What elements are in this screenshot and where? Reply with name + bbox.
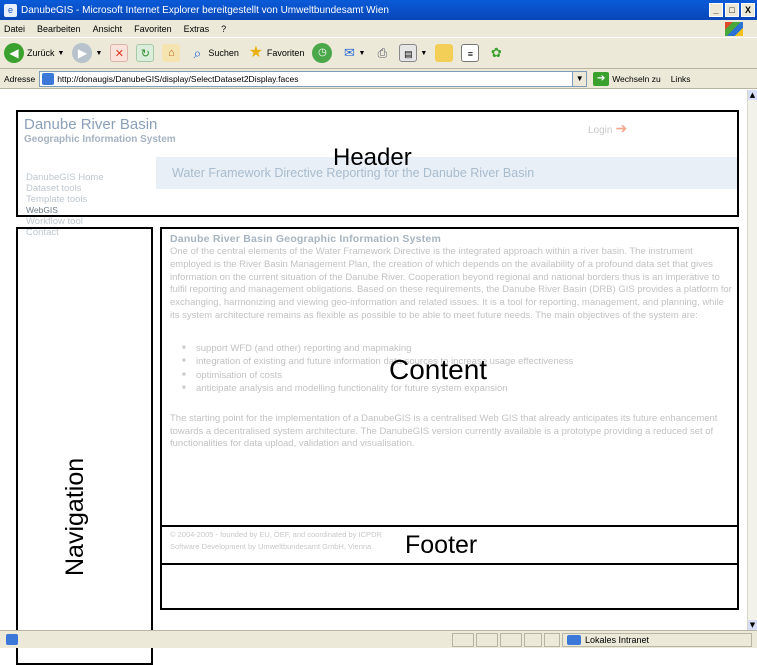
go-button[interactable]: Wechseln zu xyxy=(612,74,661,84)
url-dropdown-icon[interactable]: ▼ xyxy=(572,71,587,86)
header-annotation-label: Header xyxy=(333,144,412,171)
mail-icon: ✉ xyxy=(344,45,355,60)
window-title: DanubeGIS - Microsoft Internet Explorer … xyxy=(21,4,389,16)
menu-favoriten[interactable]: Favoriten xyxy=(134,24,172,34)
menu-ansicht[interactable]: Ansicht xyxy=(93,24,123,34)
home-icon: ⌂ xyxy=(162,44,181,62)
favorites-label: Favoriten xyxy=(266,48,305,58)
favorites-button[interactable]: ★ Favoriten xyxy=(247,44,305,62)
forward-button[interactable]: ▶ ▼ xyxy=(72,43,102,63)
address-bar: Adresse http://donaugis/DanubeGIS/displa… xyxy=(0,69,757,89)
page-viewport: Danube River Basin Geographic Informatio… xyxy=(0,90,747,665)
research-button[interactable]: ≡ xyxy=(461,44,480,62)
edit-icon: ▤ xyxy=(399,44,418,62)
edit-button[interactable]: ▤ ▼ xyxy=(399,44,427,62)
mail-button[interactable]: ✉ ▼ xyxy=(340,44,365,62)
star-icon: ★ xyxy=(248,44,264,61)
history-icon: ◷ xyxy=(312,43,333,63)
print-button[interactable]: ⎙ xyxy=(373,44,391,62)
back-button[interactable]: ◀ Zurück ▼ xyxy=(4,43,64,63)
scroll-down-icon[interactable]: ▼ xyxy=(748,620,757,630)
windows-logo-icon xyxy=(725,21,743,36)
stop-button[interactable]: ✕ xyxy=(110,44,129,62)
status-segment xyxy=(500,633,522,647)
menu-extras[interactable]: Extras xyxy=(184,24,210,34)
back-label: Zurück xyxy=(27,48,55,58)
url-text: http://donaugis/DanubeGIS/display/Select… xyxy=(57,73,299,84)
zone-label: Lokales Intranet xyxy=(585,635,650,645)
messenger-icon: ✿ xyxy=(490,45,502,60)
messenger-button[interactable]: ✿ xyxy=(487,44,505,62)
vertical-scrollbar[interactable]: ▲ ▼ xyxy=(747,90,757,630)
page-status-icon xyxy=(6,634,18,645)
footer-annotation-label: Footer xyxy=(405,531,478,559)
scroll-up-icon[interactable]: ▲ xyxy=(748,90,757,100)
status-bar: Lokales Intranet xyxy=(0,630,757,648)
security-zone: Lokales Intranet xyxy=(562,633,752,647)
intranet-icon xyxy=(567,635,581,645)
links-button[interactable]: Links xyxy=(671,74,691,84)
back-dropdown-icon: ▼ xyxy=(57,49,65,57)
status-segment xyxy=(452,633,474,647)
back-arrow-icon: ◀ xyxy=(4,43,24,63)
status-segment xyxy=(544,633,560,647)
menu-datei[interactable]: Datei xyxy=(4,24,25,34)
search-button[interactable]: ⌕ Suchen xyxy=(188,44,239,62)
go-arrow-icon[interactable]: ➔ xyxy=(593,71,610,86)
printer-icon: ⎙ xyxy=(377,46,388,60)
url-input[interactable]: http://donaugis/DanubeGIS/display/Select… xyxy=(39,70,588,87)
nav-item-workflow-tool[interactable]: Workflow tool xyxy=(26,216,104,227)
forward-dropdown-icon: ▼ xyxy=(95,49,103,57)
navigation-annotation-label: Navigation xyxy=(61,457,89,576)
status-segment xyxy=(476,633,498,647)
content-annotation-label: Content xyxy=(389,354,488,385)
refresh-button[interactable]: ↻ xyxy=(136,44,155,62)
edit-dropdown-icon: ▼ xyxy=(420,49,428,57)
document-icon: ≡ xyxy=(461,44,480,62)
home-button[interactable]: ⌂ xyxy=(162,44,181,62)
menu-bar: Datei Bearbeiten Ansicht Favoriten Extra… xyxy=(0,20,757,37)
ie-app-icon: e xyxy=(4,3,17,17)
maximize-button[interactable]: □ xyxy=(725,3,739,17)
title-bar: e DanubeGIS - Microsoft Internet Explore… xyxy=(0,0,757,20)
mail-dropdown-icon: ▼ xyxy=(358,49,366,57)
history-button[interactable]: ◷ xyxy=(312,43,333,63)
folder-button[interactable] xyxy=(435,44,454,62)
status-segment xyxy=(524,633,542,647)
menu-help[interactable]: ? xyxy=(221,24,226,34)
search-label: Suchen xyxy=(208,48,239,58)
menu-bearbeiten[interactable]: Bearbeiten xyxy=(37,24,81,34)
forward-arrow-icon: ▶ xyxy=(72,43,93,63)
refresh-icon: ↻ xyxy=(136,44,155,62)
minimize-button[interactable]: _ xyxy=(709,3,723,17)
address-label: Adresse xyxy=(4,73,36,84)
stop-icon: ✕ xyxy=(110,44,129,62)
folder-icon xyxy=(435,44,454,62)
page-icon xyxy=(42,72,55,85)
standard-toolbar: ◀ Zurück ▼ ▶ ▼ ✕ ↻ ⌂ ⌕ Suchen ★ Favorite… xyxy=(0,37,757,69)
search-icon: ⌕ xyxy=(193,45,202,61)
close-button[interactable]: X xyxy=(741,3,755,17)
